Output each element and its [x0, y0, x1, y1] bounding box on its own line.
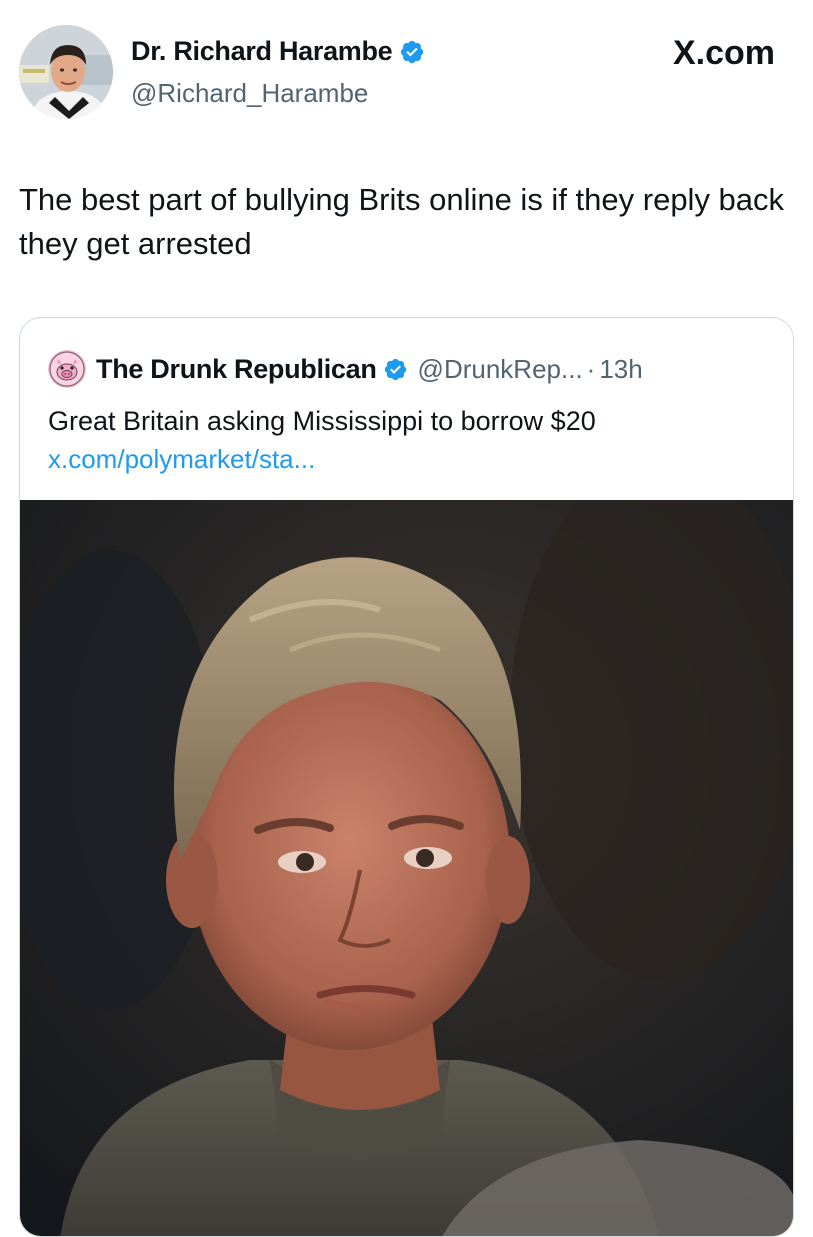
quoted-tweet-text: Great Britain asking Mississippi to borr…	[48, 406, 596, 436]
quoted-author-handle[interactable]: @DrunkRep...	[418, 354, 583, 385]
author-avatar-image	[19, 25, 113, 119]
tweet-text: The best part of bullying Brits online i…	[19, 182, 785, 261]
pink-pig-avatar-icon[interactable]	[48, 350, 86, 388]
quoted-verified-badge-icon	[383, 357, 408, 382]
quoted-timestamp[interactable]: 13h	[599, 354, 642, 385]
author-name-row[interactable]: Dr. Richard Harambe	[131, 36, 425, 67]
verified-badge-icon	[399, 39, 425, 65]
quoted-tweet-photo[interactable]	[20, 500, 793, 1236]
author-handle[interactable]: @Richard_Harambe	[131, 78, 368, 109]
quoted-tweet-link[interactable]: x.com/polymarket/sta...	[48, 444, 315, 475]
author-avatar[interactable]	[19, 25, 113, 119]
x-logo: X.com	[672, 34, 775, 72]
quoted-author-name[interactable]: The Drunk Republican	[96, 354, 377, 385]
author-name[interactable]: Dr. Richard Harambe	[131, 36, 393, 67]
quoted-tweet-header: The Drunk Republican @DrunkRep... · 13h	[48, 350, 643, 388]
quoted-tweet-card[interactable]: The Drunk Republican @DrunkRep... · 13h …	[19, 317, 794, 1237]
boy-photo-image	[20, 500, 793, 1236]
separator-dot: ·	[586, 353, 596, 384]
